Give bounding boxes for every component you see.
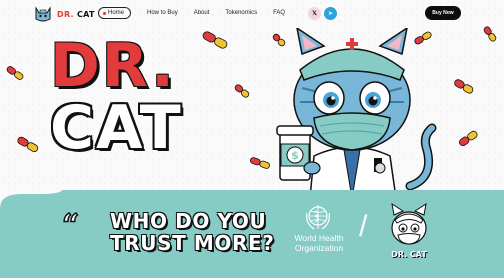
hero-title-line1: DR. [50,31,176,101]
page: DR. CAT Home How to Buy About Tokenomics… [0,0,504,278]
cat-logo-icon [35,6,51,22]
logo-text: DR. CAT [57,9,95,19]
pill-icon [459,130,478,146]
drcat-small-logo: DR. CAT [385,202,433,265]
brand-logo[interactable]: DR. CAT [33,5,95,23]
cat-head-icon [391,202,427,245]
telegram-icon[interactable]: ➤ [324,7,337,20]
nav-item-home[interactable]: Home [98,7,132,19]
slogan-text: WHO DO YOU TRUST MORE? [110,210,274,254]
main-menu: Home How to Buy About Tokenomics FAQ [98,7,285,19]
who-line1: World Health [294,233,344,243]
doctor-cat-illustration: $ [276,28,437,198]
pill-icon [483,26,497,42]
who-logo: World Health Organization [288,203,350,265]
pill-icon [6,66,24,80]
slogan-line2: TRUST MORE? [110,231,275,255]
nav-item-about[interactable]: About [194,10,210,16]
nav-item-faq[interactable]: FAQ [273,10,285,16]
x-icon[interactable]: 𝕏 [308,7,321,20]
drcat-small-label: DR. CAT [391,250,427,259]
top-navbar: DR. CAT Home How to Buy About Tokenomics… [0,0,504,28]
who-text: World Health Organization [288,233,350,253]
separator-slash: / [359,210,368,243]
pill-icon [17,136,39,152]
who-emblem-icon [306,205,330,230]
nav-item-tokenomics[interactable]: Tokenomics [225,10,257,16]
hero-title-line2: CAT [50,93,183,163]
who-line2: Organization [294,243,344,253]
hero-title: DR. CAT [50,36,260,158]
slogan-line1: WHO DO YOU [110,209,267,233]
quote-mark: “ [61,207,80,244]
cup-dollar-label: $ [291,149,299,162]
buy-now-button[interactable]: Buy Now [425,6,461,20]
pill-icon [454,79,474,94]
nav-item-how-to-buy[interactable]: How to Buy [147,10,178,16]
